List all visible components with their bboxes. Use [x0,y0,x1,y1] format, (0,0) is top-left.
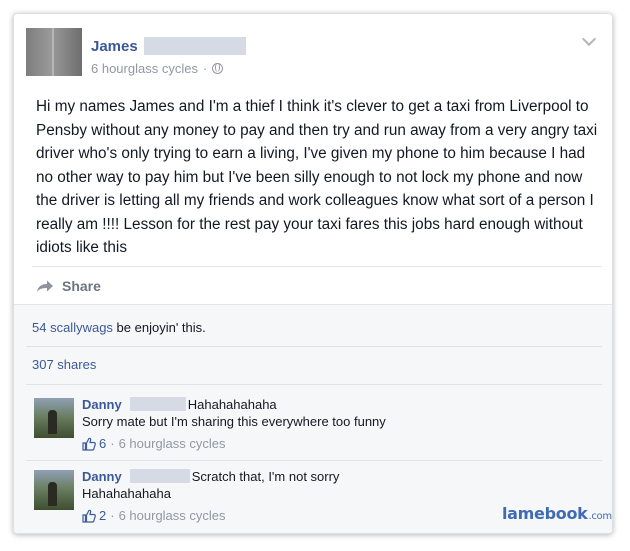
thumbs-up-icon[interactable] [82,509,96,523]
post-timestamp[interactable]: 6 hourglass cycles [91,61,198,76]
comment-like-count[interactable]: 2 [99,508,106,523]
comment-text-continued: Sorry mate but I'm sharing this everywhe… [82,414,386,429]
globe-icon[interactable] [212,63,224,74]
comment-header: Danny Hahahahahaha [82,395,277,413]
divider [32,266,602,267]
comment-timestamp[interactable]: 6 hourglass cycles [119,436,226,451]
post-header: James 6 hourglass cycles · [14,14,612,84]
watermark-brand: lamebook [502,504,588,523]
commenter-avatar[interactable] [34,398,74,438]
comment-text: Scratch that, I'm not sorry [191,468,340,484]
divider [26,346,602,347]
likes-summary: 54 scallywags be enjoyin' this. [32,320,206,335]
comment-meta: 2 · 6 hourglass cycles [82,508,226,523]
post-body: Hi my names James and I'm a thief I thin… [36,98,598,256]
feedback-section: 54 scallywags be enjoyin' this. 307 shar… [14,304,612,533]
divider [26,460,602,461]
meta-separator: · [110,436,115,451]
comment-header: Danny Scratch that, I'm not sorry [82,467,339,485]
share-arrow-icon [36,279,54,293]
divider [26,384,602,385]
likes-link[interactable]: 54 scallywags [32,320,113,335]
comment-like-count[interactable]: 6 [99,436,106,451]
lamebook-watermark: lamebook.com [502,504,612,523]
redacted-surname [129,469,190,483]
commenter-name[interactable]: Danny [82,397,122,412]
author-row: James [91,36,246,56]
meta-separator: · [202,61,208,76]
commenter-avatar[interactable] [34,470,74,510]
comment-timestamp[interactable]: 6 hourglass cycles [119,508,226,523]
author-name[interactable]: James [91,38,138,55]
post-card: James 6 hourglass cycles · Hi my names J… [13,13,613,534]
comment-text: Hahahahahaha [187,396,277,412]
share-label: Share [62,278,101,294]
redacted-surname [129,397,186,411]
likes-suffix: be enjoyin' this. [112,320,206,335]
chevron-down-icon[interactable] [581,31,597,47]
thumbs-up-icon[interactable] [82,437,96,451]
post-meta: 6 hourglass cycles · [91,61,224,76]
share-button[interactable]: Share [36,276,101,296]
comment-meta: 6 · 6 hourglass cycles [82,436,226,451]
comment-text-continued: Hahahahahaha [82,486,171,501]
author-avatar[interactable] [26,28,82,76]
redacted-surname [143,37,246,55]
commenter-name[interactable]: Danny [82,469,122,484]
shares-link[interactable]: 307 shares [32,357,96,372]
watermark-suffix: .com [588,511,612,522]
meta-separator: · [110,508,115,523]
